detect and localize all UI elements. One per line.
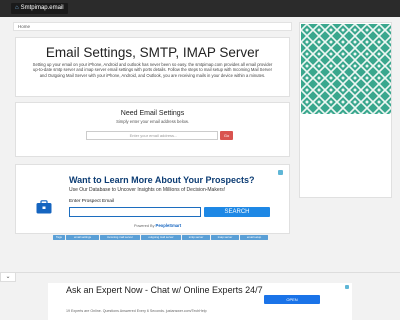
prospect-email-label: Enter Prospect Email xyxy=(69,199,115,204)
ad-headline[interactable]: Want to Learn More About Your Prospects? xyxy=(69,175,255,185)
tag-item[interactable]: incoming mail server xyxy=(100,235,140,240)
email-form: Enter your email address... Go xyxy=(86,131,236,140)
brand-label: Smtpimap.email xyxy=(20,5,64,11)
peoplesmart-logo[interactable]: PeopleSmart xyxy=(156,223,182,228)
tag-list: Tags email settings incoming mail server… xyxy=(53,235,293,240)
main-content: Home Email Settings, SMTP, IMAP Server S… xyxy=(13,22,292,244)
prospect-email-input[interactable] xyxy=(69,207,201,217)
banner-title[interactable]: Ask an Expert Now - Chat w/ Online Exper… xyxy=(66,285,276,296)
banner-subtitle: 19 Experts are Online. Questions Answere… xyxy=(66,309,207,313)
prospect-ad[interactable]: Want to Learn More About Your Prospects?… xyxy=(15,164,290,234)
lookup-subtext: Simply enter your email address below. xyxy=(116,119,189,124)
lookup-heading: Need Email Settings xyxy=(120,110,185,117)
ad-choices-icon[interactable] xyxy=(345,285,349,289)
breadcrumb: Home xyxy=(13,22,292,31)
sidebar-ad[interactable] xyxy=(299,22,392,198)
tag-item[interactable]: email settings xyxy=(66,235,99,240)
ad-choices-icon[interactable] xyxy=(278,170,283,175)
lookup-card: Need Email Settings Simply enter your em… xyxy=(15,102,290,157)
go-button[interactable]: Go xyxy=(220,131,233,140)
powered-by: Powered By PeopleSmart xyxy=(134,223,181,228)
intro-text: Setting up your email on your iPhone, An… xyxy=(32,62,273,78)
hero-card: Email Settings, SMTP, IMAP Server Settin… xyxy=(15,37,290,97)
tag-label: Tags xyxy=(53,235,65,240)
pattern-image xyxy=(301,24,391,114)
search-button[interactable]: SEARCH xyxy=(204,207,270,217)
briefcase-icon xyxy=(36,200,52,214)
ad-tagline: Use Our Database to Uncover Insights on … xyxy=(69,187,226,193)
breadcrumb-home[interactable]: Home xyxy=(18,24,30,29)
email-input[interactable]: Enter your email address... xyxy=(86,131,218,140)
page-title: Email Settings, SMTP, IMAP Server xyxy=(45,45,260,60)
bottom-banner-ad[interactable]: Ask an Expert Now - Chat w/ Online Exper… xyxy=(48,283,352,320)
open-button[interactable]: OPEN xyxy=(264,295,320,304)
tag-item[interactable]: imap server xyxy=(211,235,239,240)
tag-item[interactable]: outgoing mail server xyxy=(141,235,181,240)
tag-item[interactable]: smtp server xyxy=(182,235,210,240)
tag-item[interactable]: email setup xyxy=(240,235,268,240)
top-navbar: ⌂ Smtpimap.email xyxy=(0,0,400,17)
powered-by-label: Powered By xyxy=(134,224,155,228)
chevron-down-icon[interactable]: ⌄ xyxy=(0,272,16,282)
home-icon: ⌂ xyxy=(15,5,19,11)
brand-link[interactable]: ⌂ Smtpimap.email xyxy=(11,3,68,14)
page-divider xyxy=(0,272,400,282)
